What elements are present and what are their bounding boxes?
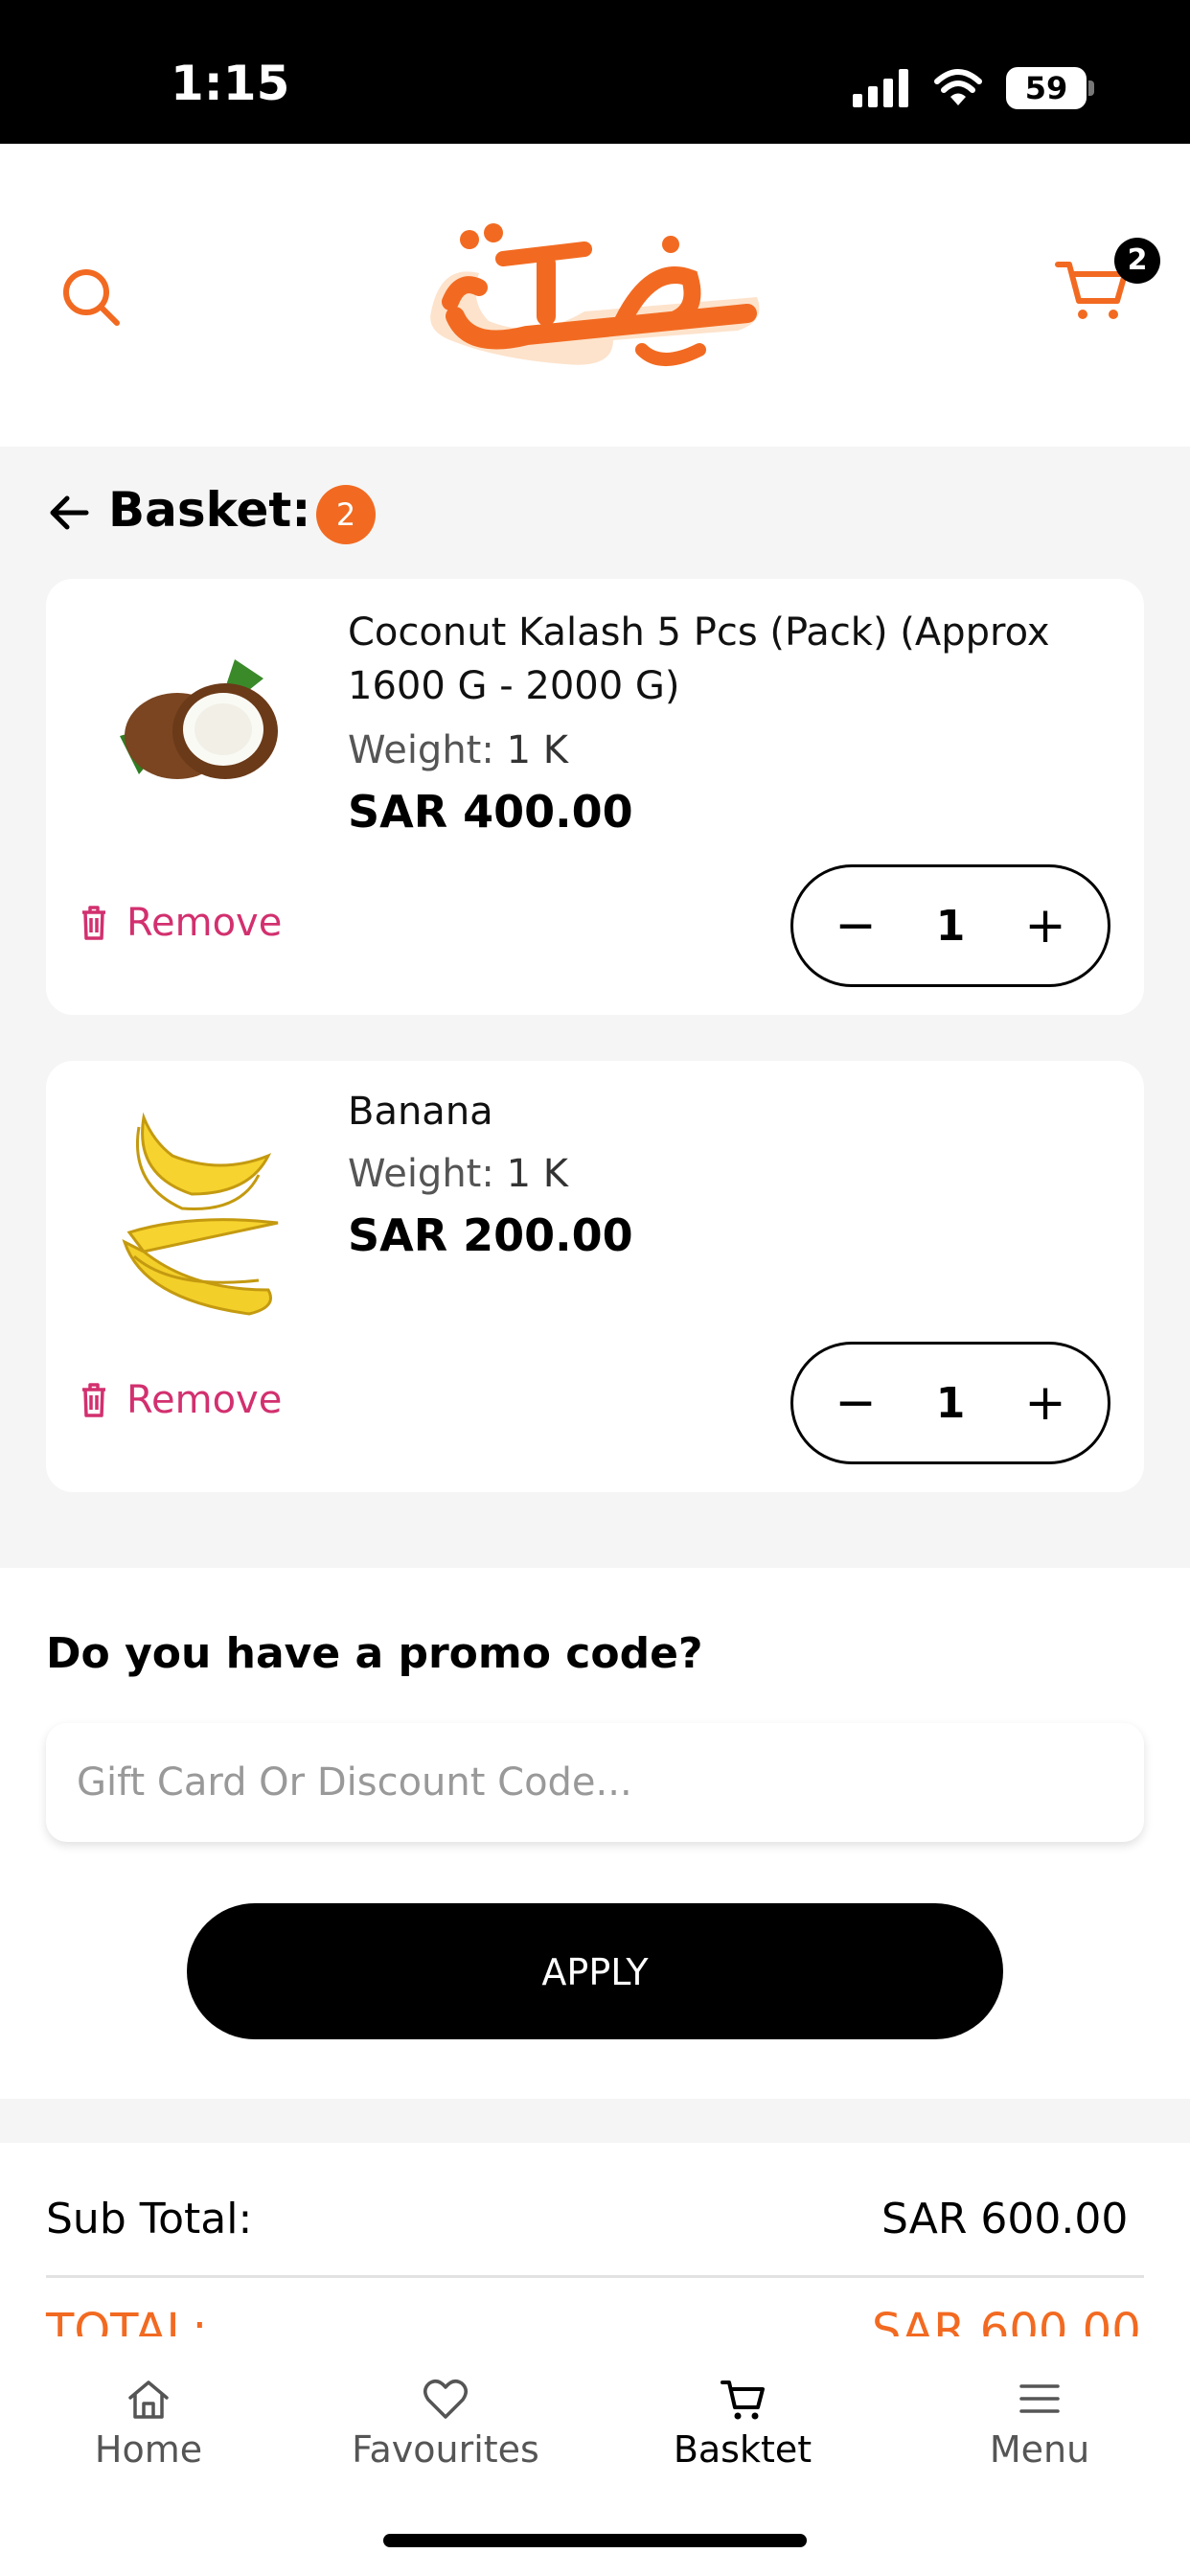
back-arrow-icon[interactable] (48, 489, 90, 537)
increase-button[interactable]: + (1021, 901, 1069, 951)
signal-icon (853, 69, 910, 107)
basket-count-badge: 2 (316, 485, 376, 544)
weight-label: Weight: (348, 728, 494, 772)
status-time: 1:15 (171, 56, 290, 111)
remove-label: Remove (126, 1378, 283, 1422)
brand-logo[interactable] (412, 206, 776, 379)
wifi-icon (934, 69, 982, 105)
nav-basket[interactable]: Basktet (599, 2375, 886, 2471)
nav-menu-label: Menu (989, 2428, 1090, 2471)
battery-tip (1088, 80, 1094, 96)
subtotal-label: Sub Total: (46, 2195, 253, 2243)
weight-label: Weight: (348, 1152, 494, 1196)
trash-icon (82, 906, 105, 940)
menu-icon (1019, 2384, 1060, 2413)
nav-home[interactable]: Home (5, 2375, 292, 2471)
promo-code-input[interactable] (46, 1723, 1144, 1842)
nav-basket-label: Basktet (673, 2428, 812, 2471)
totals-divider (46, 2275, 1144, 2278)
cart-count-badge: 2 (1114, 238, 1160, 284)
nav-favourites[interactable]: Favourites (302, 2375, 589, 2471)
promo-title: Do you have a promo code? (46, 1629, 703, 1678)
trash-icon (82, 1383, 105, 1417)
item-price: SAR 400.00 (348, 786, 633, 838)
home-icon (128, 2380, 169, 2419)
quantity-value: 1 (935, 901, 966, 951)
quantity-stepper[interactable]: − 1 + (790, 1342, 1110, 1464)
decrease-button[interactable]: − (832, 1378, 880, 1428)
item-price: SAR 200.00 (348, 1209, 633, 1261)
weight-value: 1 K (506, 728, 568, 772)
nav-menu[interactable]: Menu (896, 2375, 1183, 2471)
basket-title: Basket: (108, 482, 311, 538)
item-weight: Weight: 1 K (348, 1152, 568, 1196)
nav-home-label: Home (94, 2428, 203, 2471)
coconut-image (120, 659, 278, 779)
banana-image (122, 1112, 279, 1316)
apply-button[interactable]: APPLY (187, 1903, 1003, 2039)
decrease-button[interactable]: − (832, 901, 880, 951)
quantity-stepper[interactable]: − 1 + (790, 864, 1110, 987)
remove-button[interactable]: Remove (79, 901, 282, 945)
weight-value: 1 K (506, 1152, 568, 1196)
cart-icon (721, 2380, 765, 2420)
nav-favourites-label: Favourites (352, 2428, 539, 2471)
remove-button[interactable]: Remove (79, 1378, 282, 1422)
quantity-value: 1 (935, 1378, 966, 1428)
battery-icon: 59 (1006, 67, 1087, 109)
item-name: Coconut Kalash 5 Pcs (Pack) (Approx 1600… (348, 610, 1050, 708)
remove-label: Remove (126, 901, 283, 945)
subtotal-value: SAR 600.00 (881, 2195, 1129, 2243)
search-icon[interactable] (57, 264, 125, 331)
heart-icon (423, 2380, 468, 2419)
home-indicator (383, 2534, 807, 2547)
item-name: Banana (348, 1090, 493, 1134)
increase-button[interactable]: + (1021, 1378, 1069, 1428)
item-weight: Weight: 1 K (348, 728, 568, 772)
section-divider (0, 2099, 1190, 2143)
